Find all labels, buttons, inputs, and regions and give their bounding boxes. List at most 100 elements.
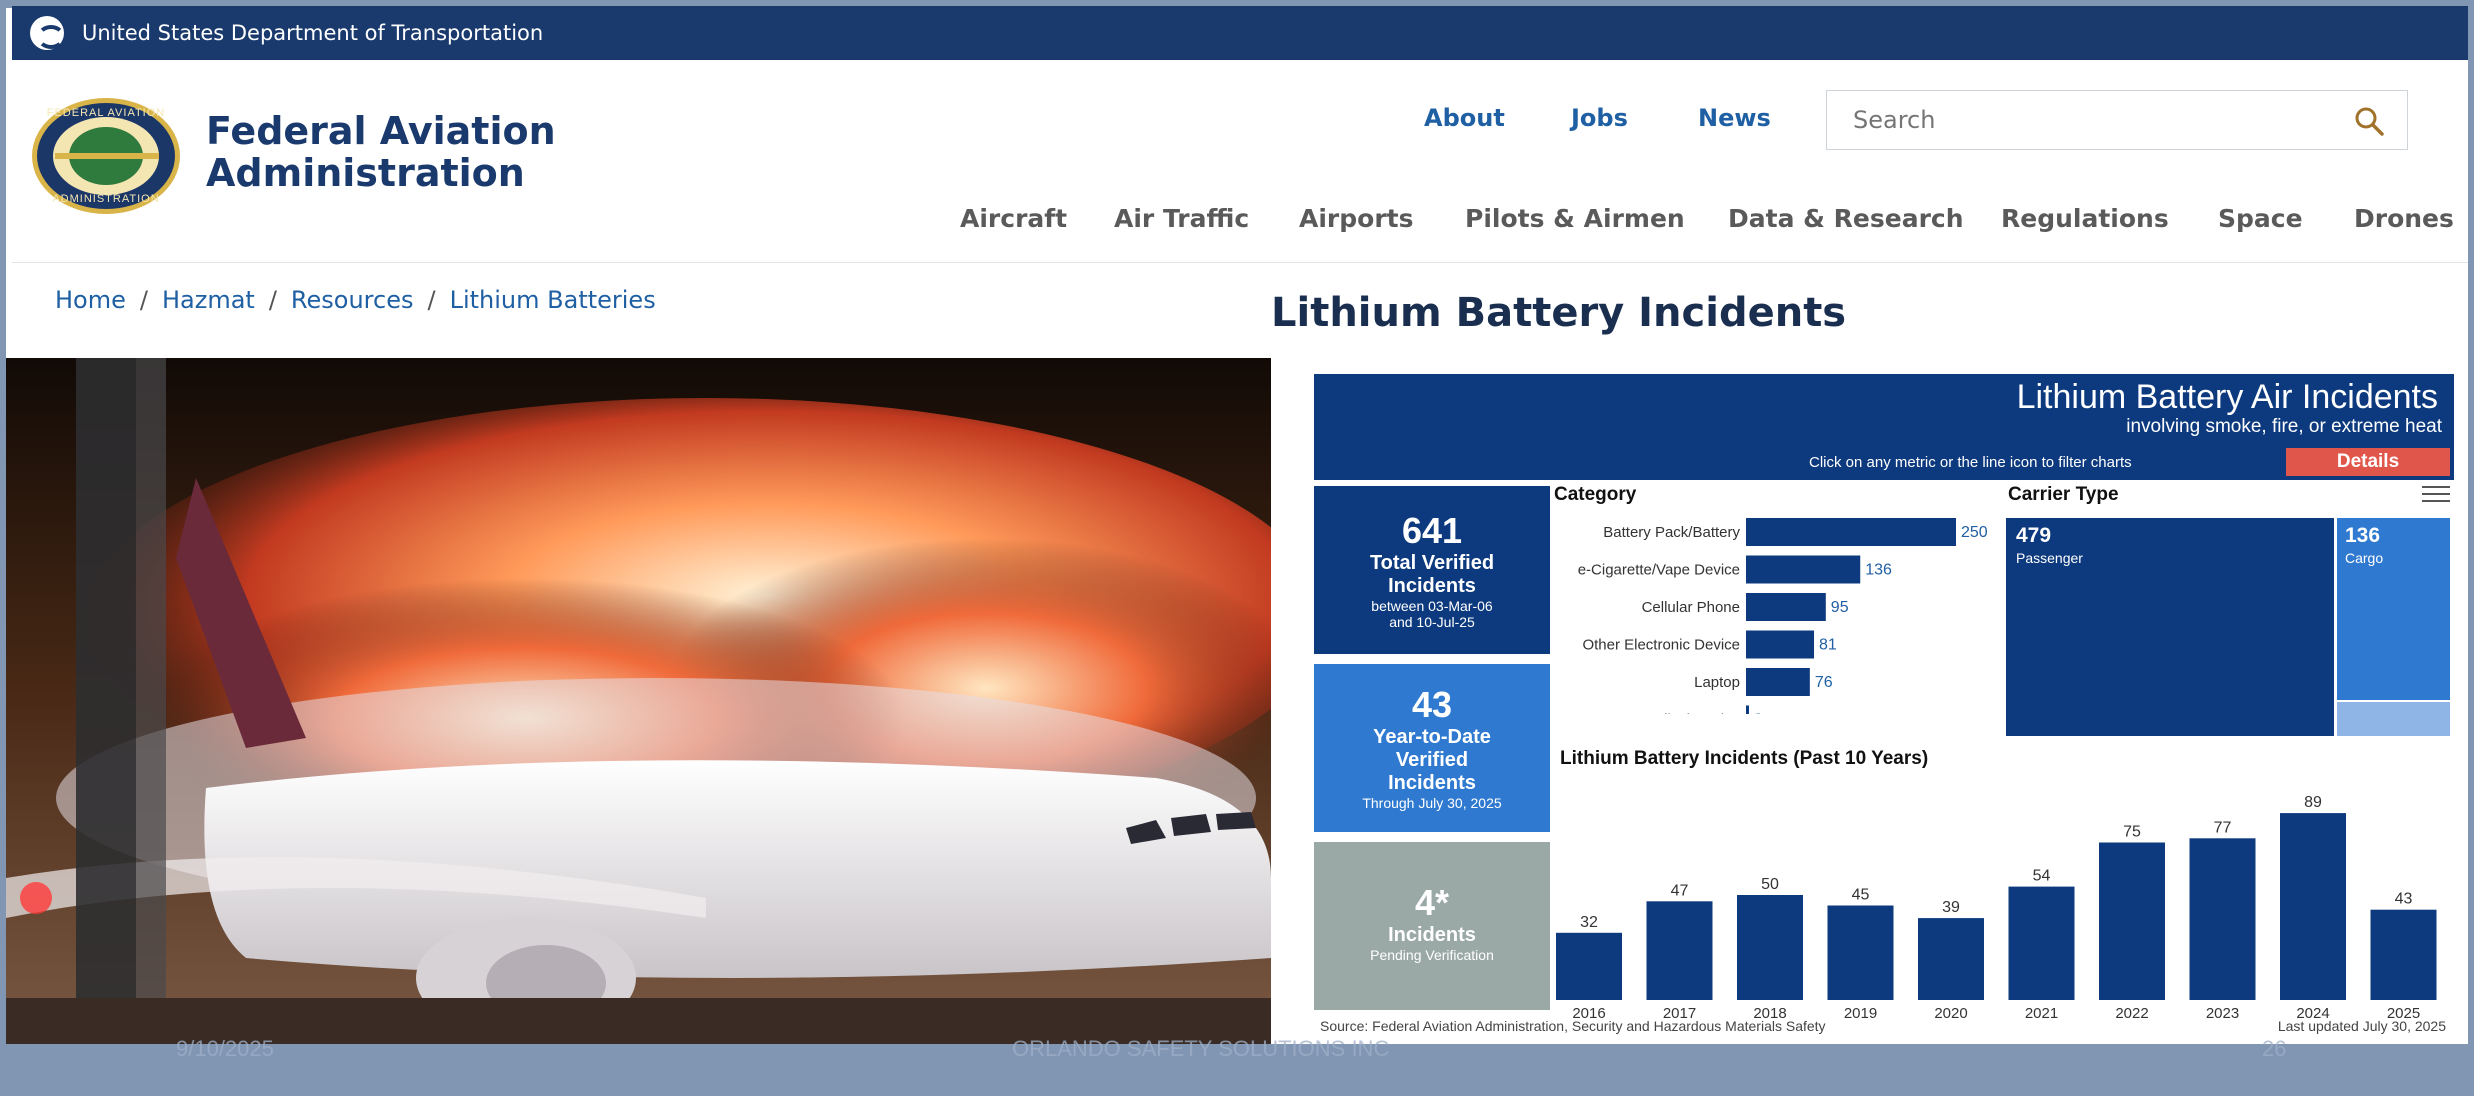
kpi-pending-label: Incidents: [1388, 924, 1476, 946]
category-value-label: 250: [1961, 524, 1988, 541]
dashboard-title: Lithium Battery Air Incidents: [2016, 378, 2438, 416]
kpi-total-number: 641: [1401, 510, 1463, 551]
details-button[interactable]: Details: [2286, 448, 2450, 476]
category-value-label: 81: [1819, 637, 1837, 654]
source-note: Source: Federal Aviation Administration,…: [1320, 1018, 1826, 1034]
category-label: Battery Pack/Battery: [1603, 524, 1740, 541]
category-label: e-Cigarette/Vape Device: [1578, 562, 1740, 579]
category-bar[interactable]: [1746, 668, 1810, 696]
carrier-cargo-value: 136: [2345, 524, 2381, 547]
category-bar[interactable]: [1746, 630, 1815, 659]
kpi-ytd-through: Through July 30, 2025: [1362, 795, 1502, 811]
page-title: Lithium Battery Incidents: [1271, 290, 1847, 336]
gov-banner-text: United States Department of Transportati…: [82, 21, 544, 45]
kpi-ytd-label1: Year-to-Date: [1373, 726, 1491, 748]
nav-news-link[interactable]: News: [1698, 104, 1771, 132]
category-bar[interactable]: [1746, 705, 1749, 715]
nav-airports[interactable]: Airports: [1299, 204, 1413, 233]
slide-org: ORLANDO SAFETY SOLUTIONS INC: [1012, 1036, 1390, 1061]
nav-aircraft[interactable]: Aircraft: [960, 204, 1067, 233]
faa-seal-logo[interactable]: FEDERAL AVIATION ADMINISTRATION: [32, 98, 180, 214]
category-value-label: 76: [1815, 674, 1833, 691]
kpi-ytd-label3: Incidents: [1388, 772, 1476, 794]
carrier-other-tile[interactable]: [2337, 702, 2450, 736]
nav-data-research[interactable]: Data & Research: [1728, 204, 1964, 233]
search-box: [1826, 90, 2408, 150]
year-bar[interactable]: [1918, 918, 1984, 1000]
category-bar[interactable]: [1746, 555, 1861, 584]
gov-banner: United States Department of Transportati…: [12, 6, 2468, 60]
year-value-label: 45: [1852, 887, 1870, 904]
header-divider: [12, 262, 2468, 263]
dashboard-header: Lithium Battery Air Incidents involving …: [1314, 374, 2454, 480]
agency-name[interactable]: Federal Aviation Administration: [206, 110, 556, 194]
carrier-passenger-label: Passenger: [2016, 550, 2083, 566]
year-bar[interactable]: [2099, 842, 2165, 1001]
year-bar[interactable]: [2370, 909, 2437, 1000]
nav-regulations[interactable]: Regulations: [2001, 204, 2169, 233]
kpi-pending[interactable]: 4* Incidents Pending Verification: [1314, 842, 1550, 1010]
seal-bottom-text: ADMINISTRATION: [52, 193, 160, 205]
year-axis-label: 2022: [2115, 1005, 2148, 1022]
airplane-fire-photo: [6, 358, 1271, 1044]
kpi-total-range-start: between 03-Mar-06: [1371, 598, 1493, 614]
nav-space[interactable]: Space: [2218, 204, 2303, 233]
category-title: Category: [1554, 484, 1637, 505]
year-bar[interactable]: [1556, 932, 1622, 1000]
carrier-cargo-tile[interactable]: 136 Cargo: [2337, 518, 2450, 700]
kpi-ytd-number: 43: [1411, 684, 1453, 725]
year-bar[interactable]: [2280, 813, 2346, 1000]
year-bar[interactable]: [2008, 886, 2075, 1000]
breadcrumb-hazmat[interactable]: Hazmat: [162, 286, 255, 314]
category-label: Laptop: [1694, 674, 1740, 691]
breadcrumb: Home / Hazmat / Resources / Lithium Batteries: [55, 286, 656, 314]
year-bar[interactable]: [1737, 895, 1803, 1000]
menu-icon[interactable]: [2422, 486, 2450, 506]
category-bar-chart: Battery Pack/Battery 250 e-Cigarette/Vape …: [1578, 518, 1988, 715]
airplane-fire-illustration: [6, 358, 1271, 1044]
year-axis-label: 2023: [2206, 1005, 2239, 1022]
breadcrumb-lithium-batteries[interactable]: Lithium Batteries: [450, 286, 656, 314]
search-icon[interactable]: [2353, 105, 2385, 137]
category-value-label: 3: [1754, 712, 1763, 715]
category-label: Cellular Phone: [1642, 599, 1740, 616]
year-value-label: 77: [2214, 819, 2232, 836]
dot-logo-icon: [30, 16, 65, 50]
nav-air-traffic[interactable]: Air Traffic: [1114, 204, 1249, 233]
year-value-label: 50: [1761, 876, 1779, 893]
breadcrumb-separator: /: [268, 286, 277, 314]
kpi-total-verified[interactable]: 641 Total Verified Incidents between 03-…: [1314, 486, 1550, 654]
category-label: Medical Device: [1638, 712, 1740, 715]
last-updated: Last updated July 30, 2025: [2277, 1018, 2446, 1034]
year-value-label: 75: [2123, 824, 2141, 841]
year-value-label: 54: [2033, 868, 2051, 885]
seal-top-text: FEDERAL AVIATION: [46, 107, 166, 119]
carrier-treemap: 479 Passenger 136 Cargo: [2006, 518, 2450, 736]
year-bar[interactable]: [1646, 901, 1713, 1000]
agency-name-line2: Administration: [206, 151, 525, 195]
dashboard-hint: Click on any metric or the line icon to …: [1809, 454, 2132, 471]
breadcrumb-home[interactable]: Home: [55, 286, 126, 314]
year-value-label: 43: [2395, 891, 2413, 908]
nav-about-link[interactable]: About: [1424, 104, 1505, 132]
carrier-title: Carrier Type: [2008, 484, 2119, 505]
year-value-label: 39: [1942, 899, 1960, 916]
yearly-bar-chart: 3220164720175020184520193920205420217520…: [1556, 794, 2437, 1022]
nav-pilots-airmen[interactable]: Pilots & Airmen: [1465, 204, 1685, 233]
kpi-total-label1: Total Verified: [1369, 552, 1495, 574]
trend-title: Lithium Battery Incidents (Past 10 Years…: [1560, 748, 1929, 769]
category-label: Other Electronic Device: [1582, 637, 1740, 654]
year-bar[interactable]: [2189, 838, 2256, 1000]
nav-drones[interactable]: Drones: [2354, 204, 2454, 233]
kpi-ytd-label2: Verified: [1395, 749, 1469, 771]
nav-jobs-link[interactable]: Jobs: [1571, 104, 1628, 132]
year-axis-label: 2020: [1934, 1005, 1967, 1022]
year-bar[interactable]: [1827, 905, 1894, 1001]
kpi-ytd-verified[interactable]: 43 Year-to-Date Verified Incidents Throu…: [1314, 664, 1550, 832]
breadcrumb-resources[interactable]: Resources: [291, 286, 414, 314]
kpi-pending-sub: Pending Verification: [1370, 947, 1494, 963]
carrier-passenger-tile[interactable]: 479 Passenger: [2006, 518, 2334, 736]
search-input[interactable]: [1851, 105, 2335, 135]
category-bar[interactable]: [1746, 518, 1956, 546]
category-bar[interactable]: [1746, 593, 1826, 621]
